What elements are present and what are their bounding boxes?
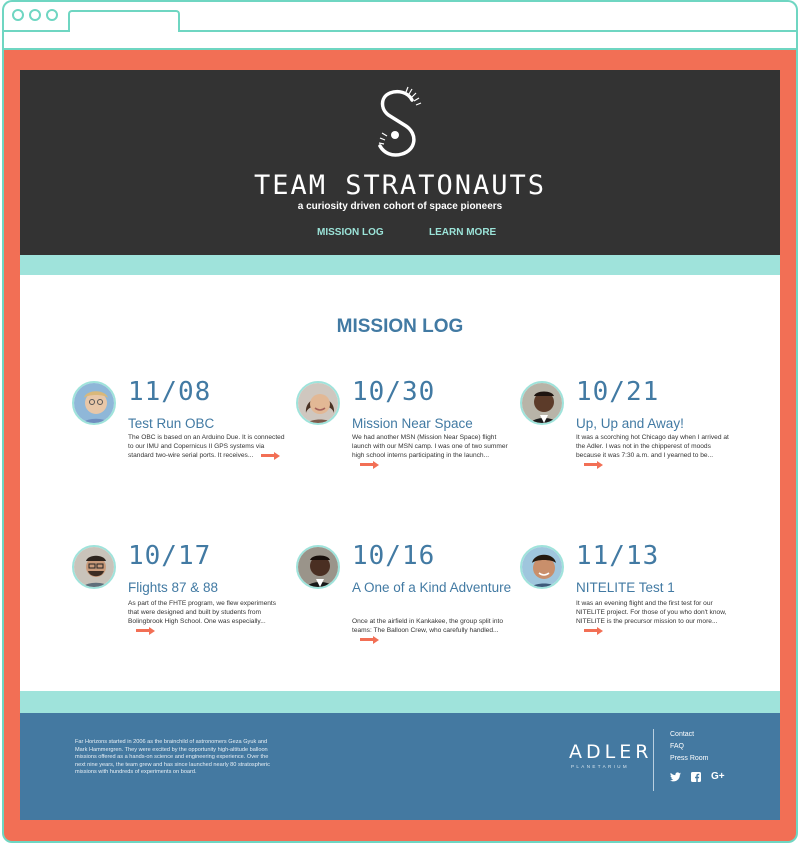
footer-about-text: Far Horizons started in 2006 as the brai… <box>75 739 270 776</box>
read-more-arrow-icon[interactable] <box>360 635 379 644</box>
entry-date: 10/21 <box>576 377 660 407</box>
browser-tab[interactable] <box>68 10 180 32</box>
header-accent-band <box>20 255 780 275</box>
entry-excerpt-wrap: Once at the airfield in Kankakee, the gr… <box>352 617 510 644</box>
avatar <box>72 381 116 425</box>
nav-mission-log[interactable]: MISSION LOG <box>317 227 384 238</box>
entry-title[interactable]: A One of a Kind Adventure <box>352 579 512 597</box>
entry-title[interactable]: NITELITE Test 1 <box>576 579 736 597</box>
read-more-arrow-icon[interactable] <box>261 451 281 460</box>
google-plus-icon[interactable]: G+ <box>711 771 725 782</box>
avatar <box>520 381 564 425</box>
section-title: MISSION LOG <box>336 316 464 337</box>
entry-excerpt: Once at the airfield in Kankakee, the gr… <box>352 618 504 634</box>
entry-excerpt: It was an evening flight and the first t… <box>576 600 727 625</box>
window-close-dot[interactable] <box>12 9 24 21</box>
footer-divider <box>653 729 654 791</box>
avatar <box>520 545 564 589</box>
window-controls <box>12 9 58 21</box>
entry-date: 10/16 <box>352 541 436 571</box>
footer-links: Contact FAQ Press Room <box>670 729 709 765</box>
entry-excerpt-wrap: We had another MSN (Mission Near Space) … <box>352 433 510 469</box>
website: TEAM STRATONAUTS a curiosity driven coho… <box>20 70 780 820</box>
entry-excerpt: It was a scorching hot Chicago day when … <box>576 434 729 459</box>
read-more-arrow-icon[interactable] <box>584 460 603 469</box>
footer-link-contact[interactable]: Contact <box>670 729 709 741</box>
entry-title[interactable]: Mission Near Space <box>352 415 512 433</box>
window-maximize-dot[interactable] <box>46 9 58 21</box>
site-title[interactable]: TEAM STRATONAUTS <box>20 170 780 201</box>
read-more-arrow-icon[interactable] <box>360 460 379 469</box>
entry-date: 10/17 <box>128 541 212 571</box>
entry-excerpt: As part of the FHTE program, we flew exp… <box>128 600 277 625</box>
avatar <box>296 545 340 589</box>
stratonauts-logo-icon[interactable] <box>372 86 428 162</box>
adler-logo-subtitle: PLANETARIUM <box>571 764 630 769</box>
window-minimize-dot[interactable] <box>29 9 41 21</box>
entry-date: 10/30 <box>352 377 436 407</box>
site-footer: Far Horizons started in 2006 as the brai… <box>20 713 780 820</box>
site-tagline: a curiosity driven cohort of space pione… <box>297 201 503 212</box>
entry-date: 11/13 <box>576 541 660 571</box>
footer-accent-band <box>20 691 780 713</box>
entry-title[interactable]: Test Run OBC <box>128 415 288 433</box>
avatar <box>296 381 340 425</box>
avatar <box>72 545 116 589</box>
browser-window-chrome <box>2 0 798 50</box>
footer-link-faq[interactable]: FAQ <box>670 741 709 753</box>
entry-excerpt: We had another MSN (Mission Near Space) … <box>352 434 508 459</box>
entry-title[interactable]: Up, Up and Away! <box>576 415 736 433</box>
footer-link-press-room[interactable]: Press Room <box>670 753 709 765</box>
entry-date: 11/08 <box>128 377 212 407</box>
read-more-arrow-icon[interactable] <box>136 626 155 635</box>
entry-title[interactable]: Flights 87 & 88 <box>128 579 288 597</box>
adler-logo[interactable]: ADLER <box>569 741 652 763</box>
nav-learn-more[interactable]: LEARN MORE <box>429 227 496 238</box>
entry-excerpt-wrap: It was an evening flight and the first t… <box>576 599 734 635</box>
facebook-icon[interactable] <box>691 771 701 782</box>
twitter-icon[interactable] <box>670 771 681 782</box>
entry-excerpt-wrap: As part of the FHTE program, we flew exp… <box>128 599 286 635</box>
entry-excerpt-wrap: The OBC is based on an Arduino Due. It i… <box>128 433 286 460</box>
social-links: G+ <box>670 771 725 782</box>
entry-excerpt-wrap: It was a scorching hot Chicago day when … <box>576 433 734 469</box>
read-more-arrow-icon[interactable] <box>584 626 603 635</box>
site-header: TEAM STRATONAUTS a curiosity driven coho… <box>20 70 780 255</box>
